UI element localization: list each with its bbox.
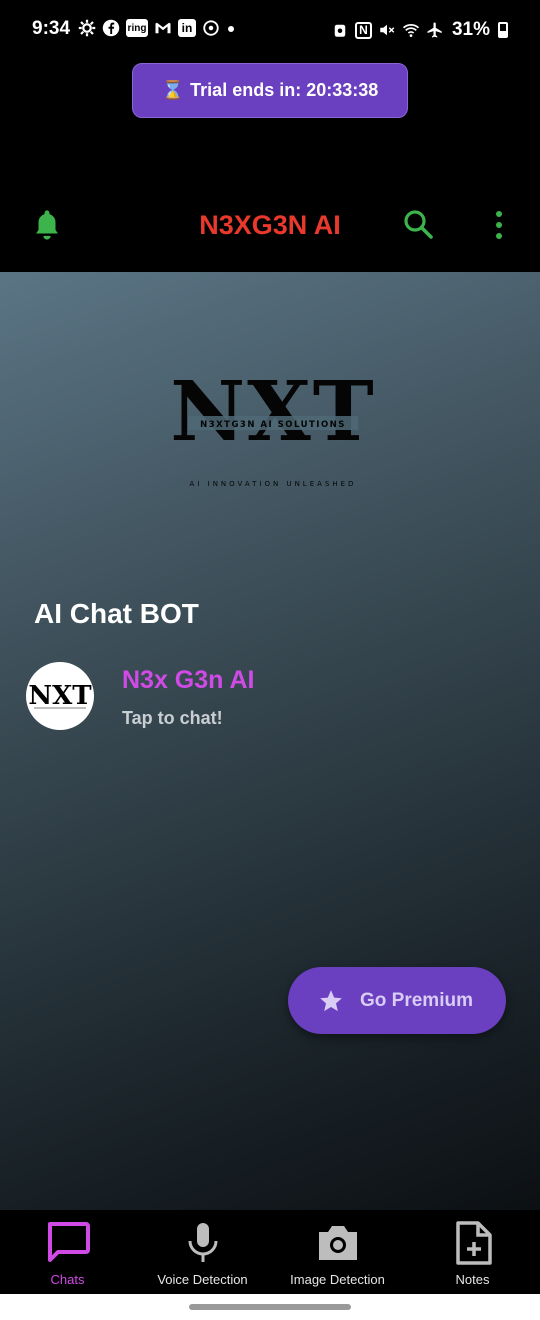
nav-item-image-detection[interactable]: Image Detection <box>270 1210 405 1294</box>
linkedin-icon: in <box>178 19 196 37</box>
trial-countdown-label: Trial ends in: 20:33:38 <box>190 80 379 100</box>
nav-item-notes[interactable]: Notes <box>405 1210 540 1294</box>
go-premium-button[interactable]: Go Premium <box>288 967 506 1034</box>
nav-item-voice-detection[interactable]: Voice Detection <box>135 1210 270 1294</box>
nav-label-image-detection: Image Detection <box>290 1272 385 1287</box>
trial-countdown-banner: ⌛ Trial ends in: 20:33:38 <box>132 63 408 118</box>
more-options-icon[interactable] <box>492 210 506 240</box>
microphone-icon <box>188 1223 217 1262</box>
facebook-icon <box>102 19 120 37</box>
notification-icons: ring in <box>78 19 220 37</box>
wifi-icon <box>402 21 420 39</box>
settings-icon <box>78 19 96 37</box>
go-premium-label: Go Premium <box>360 989 473 1011</box>
logo-tagline: AI INNOVATION UNLEASHED <box>190 480 357 488</box>
gmail-icon <box>154 19 172 37</box>
status-bar: 9:34 ring in N 31% <box>0 0 540 58</box>
chat-icon <box>47 1222 90 1262</box>
alarm-icon <box>331 21 349 39</box>
mute-icon <box>378 21 396 39</box>
search-icon[interactable] <box>402 208 434 240</box>
main-content: NXT N3XTG3N AI SOLUTIONS AI INNOVATION U… <box>0 272 540 1210</box>
chat-name: N3x G3n AI <box>122 666 255 694</box>
camera-icon <box>318 1226 357 1260</box>
bottom-navigation: Chats Voice Detection Image Detection No… <box>0 1210 540 1294</box>
nav-label-chats: Chats <box>50 1272 85 1287</box>
more-notifications-dot <box>228 26 234 32</box>
battery-icon <box>498 22 508 38</box>
avatar-logo: NXT <box>28 681 92 711</box>
gesture-handle[interactable] <box>189 1304 351 1310</box>
nfc-icon-label: N <box>359 23 368 37</box>
section-title: AI Chat BOT <box>34 598 199 629</box>
ring-icon-label: ring <box>127 22 147 34</box>
status-time: 9:34 <box>32 18 71 39</box>
linkedin-icon-label: in <box>181 21 193 35</box>
nav-item-chats[interactable]: Chats <box>0 1210 135 1294</box>
top-app-bar: N3XG3N AI <box>0 180 540 272</box>
star-icon <box>320 989 342 1011</box>
sync-icon <box>202 19 220 37</box>
chat-list-item[interactable]: NXT N3x G3n AI Tap to chat! <box>26 662 514 734</box>
ring-icon: ring <box>126 19 148 37</box>
hourglass-icon: ⌛ <box>161 80 185 100</box>
nav-label-voice-detection: Voice Detection <box>157 1272 248 1287</box>
chat-subtitle: Tap to chat! <box>122 708 223 728</box>
logo-company: N3XTG3N AI SOLUTIONS <box>200 420 346 430</box>
nxt-logo: NXT N3XTG3N AI SOLUTIONS AI INNOVATION U… <box>170 372 374 488</box>
nfc-icon: N <box>354 21 372 39</box>
airplane-icon <box>426 21 444 39</box>
app-title: N3XG3N AI <box>199 210 341 240</box>
system-icons: N 31% <box>331 19 508 41</box>
battery-percent: 31% <box>451 19 490 40</box>
nav-label-notes: Notes <box>455 1272 490 1287</box>
gesture-navigation-area <box>0 1294 540 1320</box>
note-add-icon <box>455 1221 492 1265</box>
avatar: NXT <box>26 662 94 730</box>
